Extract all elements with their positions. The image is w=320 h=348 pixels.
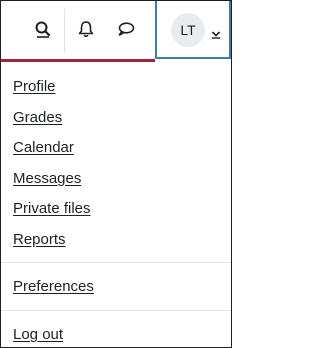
search-button[interactable] [29,15,57,47]
navbar-divider [64,9,65,53]
user-menu-toggle[interactable]: LT [155,1,231,59]
menu-item-messages[interactable]: Messages [13,170,81,187]
menu-item-preferences[interactable]: Preferences [13,278,94,295]
messages-button[interactable] [112,15,140,47]
notifications-button[interactable] [72,15,100,47]
avatar: LT [171,13,205,47]
menu-item-log-out[interactable]: Log out [13,326,63,343]
search-icon [34,20,52,43]
menu-item-reports[interactable]: Reports [13,231,66,248]
menu-item-profile[interactable]: Profile [13,78,56,95]
avatar-initials: LT [180,22,196,38]
chevron-down-icon [211,26,221,39]
bell-icon [77,20,95,43]
menu-divider [1,262,231,263]
menu-item-private-files[interactable]: Private files [13,200,91,217]
window-frame: LT Profile Grades Calendar Messages Priv… [0,0,232,348]
menu-item-grades[interactable]: Grades [13,109,62,126]
navbar-accent-underline [1,59,155,62]
menu-divider [1,310,231,311]
navbar: LT [1,1,231,62]
chat-bubble-icon [117,20,135,43]
menu-item-calendar[interactable]: Calendar [13,139,74,156]
